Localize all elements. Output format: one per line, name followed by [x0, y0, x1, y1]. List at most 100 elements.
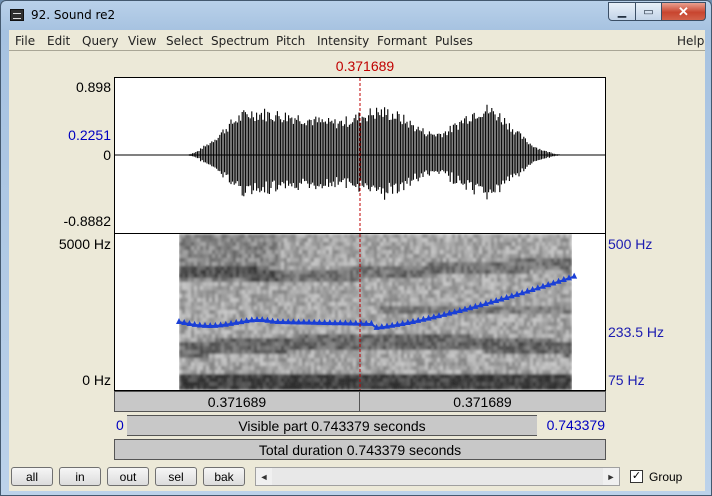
- spectrogram-cell: [407, 294, 410, 298]
- spectrogram-cell: [269, 242, 272, 246]
- menu-pulses[interactable]: Pulses: [435, 34, 473, 48]
- spectrogram-cell: [539, 234, 542, 238]
- spectrogram-cell: [233, 382, 236, 386]
- spectrogram-cell: [422, 338, 425, 342]
- spectrogram-cell: [434, 342, 437, 346]
- menu-select[interactable]: Select: [166, 34, 203, 48]
- maximize-button[interactable]: ▭: [635, 2, 662, 21]
- spectrogram-cell: [455, 262, 458, 266]
- spectrogram-cell: [200, 282, 203, 286]
- spectrogram-cell: [536, 346, 539, 350]
- spectrogram-cell: [437, 326, 440, 330]
- menu-spectrum[interactable]: Spectrum: [211, 34, 269, 48]
- spectrogram-cell: [242, 338, 245, 342]
- spectrogram-cell: [230, 342, 233, 346]
- spectrogram-cell: [428, 354, 431, 358]
- minimize-button[interactable]: ▁: [608, 2, 636, 21]
- spectrogram-cell: [428, 246, 431, 250]
- spectrogram-cell: [371, 354, 374, 358]
- spectrogram-cell: [518, 346, 521, 350]
- spectrogram-cell: [317, 270, 320, 274]
- spectrogram-cell: [527, 246, 530, 250]
- spectrogram-cell: [290, 386, 293, 390]
- spectrogram-cell: [254, 346, 257, 350]
- spectrogram-cell: [278, 274, 281, 278]
- spectrogram-cell: [539, 258, 542, 262]
- spectrogram-cell: [434, 254, 437, 258]
- spectrogram-cell: [182, 262, 185, 266]
- spectrogram-cell: [476, 362, 479, 366]
- spectrogram-cell: [353, 374, 356, 378]
- spectrogram-cell: [338, 246, 341, 250]
- spectrogram-cell: [389, 374, 392, 378]
- spectrogram-cell: [389, 266, 392, 270]
- menu-edit[interactable]: Edit: [47, 34, 70, 48]
- spectrogram-cell: [188, 382, 191, 386]
- spectrogram-cell: [557, 242, 560, 246]
- spectrogram-cell: [539, 350, 542, 354]
- spectrogram-cell: [230, 278, 233, 282]
- spectrogram-cell: [464, 238, 467, 242]
- spectrogram-cell: [488, 350, 491, 354]
- spectrogram-cell: [257, 322, 260, 326]
- spectrogram-cell: [428, 238, 431, 242]
- spectrogram-cell: [254, 354, 257, 358]
- spectrogram-cell: [503, 278, 506, 282]
- spectrogram-cell: [413, 262, 416, 266]
- spectrogram-cell: [200, 358, 203, 362]
- spectrogram-panel[interactable]: [114, 234, 606, 391]
- spectrogram-cell: [335, 330, 338, 334]
- spectrogram-cell: [497, 322, 500, 326]
- spectrogram-cell: [425, 286, 428, 290]
- menu-file[interactable]: File: [15, 34, 35, 48]
- spectrogram-cell: [245, 250, 248, 254]
- spectrogram-cell: [515, 278, 518, 282]
- menu-help[interactable]: Help: [677, 34, 704, 48]
- spectrogram-cell: [470, 314, 473, 318]
- spectrogram-cell: [329, 326, 332, 330]
- spectrogram-cell: [536, 294, 539, 298]
- spectrogram-cell: [428, 374, 431, 378]
- spectrogram-cell: [257, 294, 260, 298]
- spectrogram-cell: [374, 294, 377, 298]
- spectrogram-cell: [314, 246, 317, 250]
- spectrogram-cell: [524, 338, 527, 342]
- spectrogram-cell: [197, 286, 200, 290]
- menu-view[interactable]: View: [128, 34, 156, 48]
- menu-formant[interactable]: Formant: [377, 34, 427, 48]
- spectrogram-cell: [350, 294, 353, 298]
- spectrogram-cell: [497, 334, 500, 338]
- spectrogram-cell: [497, 238, 500, 242]
- spectrogram-cell: [212, 282, 215, 286]
- close-button[interactable]: ✕: [661, 2, 706, 21]
- spectrogram-cell: [539, 314, 542, 318]
- spectrogram-cell: [407, 242, 410, 246]
- menu-query[interactable]: Query: [82, 34, 118, 48]
- menu-intensity[interactable]: Intensity: [317, 34, 369, 48]
- spectrogram-cell: [224, 310, 227, 314]
- spectrogram-cell: [200, 266, 203, 270]
- spectrogram-cell: [401, 338, 404, 342]
- spectrogram-cell: [338, 358, 341, 362]
- spectrogram-cell: [524, 386, 527, 390]
- spectrogram-cell: [449, 374, 452, 378]
- spectrogram-cell: [536, 246, 539, 250]
- spectrogram-cell: [485, 262, 488, 266]
- spectrogram-cell: [347, 370, 350, 374]
- menu-pitch[interactable]: Pitch: [276, 34, 305, 48]
- spectrogram-cell: [494, 322, 497, 326]
- spectrogram-cell: [314, 366, 317, 370]
- waveform-panel[interactable]: [114, 77, 606, 234]
- spectrogram-cell: [335, 350, 338, 354]
- spectrogram-cell: [209, 338, 212, 342]
- spectrogram-cell: [278, 258, 281, 262]
- spectrogram-cell: [266, 242, 269, 246]
- spectrogram-cell: [473, 278, 476, 282]
- spectrogram-cell: [431, 386, 434, 390]
- spectrogram-cell: [554, 250, 557, 254]
- spectrogram-cell: [302, 314, 305, 318]
- spectrogram-cell: [290, 246, 293, 250]
- title-bar[interactable]: 92. Sound re2 ▁ ▭ ✕: [1, 1, 711, 29]
- spectrogram-cell: [242, 314, 245, 318]
- spectrogram-cell: [323, 310, 326, 314]
